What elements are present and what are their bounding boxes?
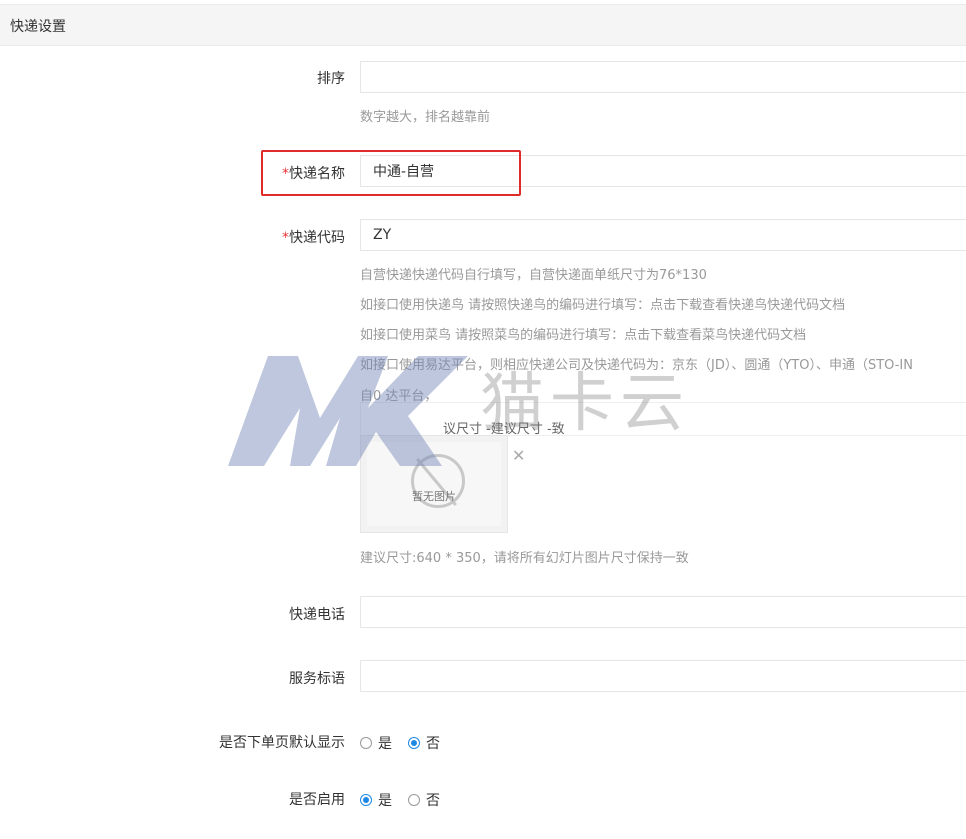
phone-input[interactable] [360, 596, 966, 628]
slogan-label: 服务标语 [289, 671, 345, 687]
code-label: *快递代码 [282, 227, 345, 247]
radio-yes[interactable] [360, 794, 372, 806]
code-hint: 如接口使用菜鸟 请按照菜鸟的编码进行填写：点击下载查看菜鸟快递代码文档 [360, 328, 807, 343]
image-hint: 建议尺寸:640 * 350，请将所有幻灯片图片尺寸保持一致 [360, 551, 689, 566]
code-hint: 自营快递快递代码自行填写，自营快递面单纸尺寸为76*130 [360, 268, 707, 283]
code-hint: 如接口使用快递鸟 请按照快递鸟的编码进行填写：点击下载查看快递鸟快递代码文档 [360, 298, 846, 313]
radio-yes-label[interactable]: 是 [378, 790, 392, 810]
radio-no-label[interactable]: 否 [426, 790, 440, 810]
phone-label: 快递电话 [289, 607, 345, 623]
sort-hint: 数字越大，排名越靠前 [360, 110, 491, 125]
no-image-text: 暂无图片 [412, 490, 456, 503]
code-input[interactable] [360, 219, 966, 251]
radio-no[interactable] [408, 794, 420, 806]
slogan-input[interactable] [360, 660, 966, 692]
image-upload-box[interactable]: 暂无图片 [360, 435, 508, 533]
close-icon[interactable]: ✕ [512, 446, 525, 465]
image-placeholder: 暂无图片 [367, 442, 501, 526]
enabled-label: 是否启用 [289, 792, 345, 808]
required-mark: * [282, 230, 289, 246]
highlight-box [261, 150, 521, 196]
default-show-radio-group: 是 否 [360, 733, 450, 753]
section-title: 快递设置 [10, 19, 66, 35]
enabled-radio-group: 是 否 [360, 790, 450, 810]
sort-input[interactable] [360, 61, 966, 93]
radio-no-label[interactable]: 否 [426, 733, 440, 753]
sort-label: 排序 [317, 71, 345, 87]
radio-yes[interactable] [360, 737, 372, 749]
default-show-label: 是否下单页默认显示 [219, 735, 345, 751]
radio-yes-label[interactable]: 是 [378, 733, 392, 753]
watermark-text: 猫卡云 [480, 367, 690, 441]
radio-no[interactable] [408, 737, 420, 749]
code-label-text: 快递代码 [289, 230, 345, 246]
section-header: 快递设置 [0, 4, 966, 46]
